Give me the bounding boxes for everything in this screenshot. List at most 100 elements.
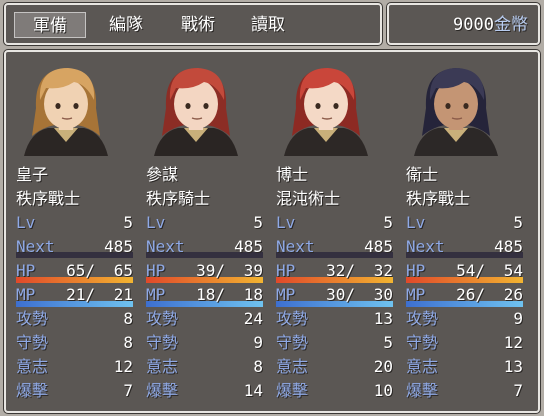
next-label: Next (146, 237, 185, 256)
will-label: 意志 (406, 357, 439, 376)
command-window: 軍備 編隊 戰術 讀取 (4, 3, 382, 45)
atk-label: 攻勢 (406, 309, 439, 328)
will-value: 13 (503, 357, 523, 376)
mp-slash: / (85, 285, 95, 304)
next-label: Next (16, 237, 55, 256)
mp-value: 18/18 (196, 284, 263, 306)
def-value: 8 (123, 333, 133, 352)
atk-value: 8 (123, 309, 133, 328)
party-status-window: 皇子 秩序戰士 Lv 5 Next 485 HP 65/65 MP 21/21 … (4, 50, 540, 413)
next-label: Next (276, 237, 315, 256)
actor-status-2[interactable]: 參謀 秩序騎士 Lv 5 Next 485 HP 39/39 MP 18/18 … (136, 52, 263, 411)
next-value: 485 (364, 237, 393, 256)
actor-class: 混沌術士 (276, 189, 341, 208)
will-label: 意志 (146, 357, 179, 376)
crit-label: 爆擊 (16, 381, 49, 400)
will-label: 意志 (16, 357, 49, 376)
actor-status-3[interactable]: 博士 混沌術士 Lv 5 Next 485 HP 32/32 MP 30/30 … (266, 52, 393, 411)
crit-value: 14 (243, 381, 263, 400)
crit-label: 爆擊 (276, 381, 309, 400)
command-formation[interactable]: 編隊 (90, 12, 162, 38)
hp-label: HP (406, 261, 426, 280)
lv-value: 5 (253, 213, 263, 232)
lv-value: 5 (383, 213, 393, 232)
crit-value: 10 (373, 381, 393, 400)
hp-current: 65 (66, 261, 86, 280)
mp-label: MP (406, 285, 426, 304)
lv-value: 5 (123, 213, 133, 232)
actor-portrait (276, 58, 376, 156)
hp-max: 54 (503, 261, 523, 280)
mp-slash: / (215, 285, 225, 304)
crit-label: 爆擊 (146, 381, 179, 400)
hp-label: HP (16, 261, 36, 280)
hp-value: 54/54 (456, 260, 523, 282)
actor-portrait (16, 58, 116, 156)
hp-value: 65/65 (66, 260, 133, 282)
next-value: 485 (104, 237, 133, 256)
atk-label: 攻勢 (276, 309, 309, 328)
mp-value: 26/26 (456, 284, 523, 306)
will-label: 意志 (276, 357, 309, 376)
command-equip[interactable]: 軍備 (14, 12, 86, 38)
hp-current: 39 (196, 261, 216, 280)
gold-window: 9000金幣 (387, 3, 540, 45)
will-value: 20 (373, 357, 393, 376)
hp-value: 32/32 (326, 260, 393, 282)
atk-value: 24 (243, 309, 263, 328)
hp-slash: / (475, 261, 485, 280)
mp-value: 30/30 (326, 284, 393, 306)
mp-slash: / (345, 285, 355, 304)
mp-slash: / (475, 285, 485, 304)
atk-value: 13 (373, 309, 393, 328)
hp-current: 32 (326, 261, 346, 280)
mp-max: 18 (243, 285, 263, 304)
hp-max: 65 (113, 261, 133, 280)
gold-unit: 金幣 (494, 15, 528, 35)
command-load[interactable]: 讀取 (232, 12, 304, 38)
actor-class: 秩序戰士 (406, 189, 471, 208)
def-label: 守勢 (276, 333, 309, 352)
mp-current: 18 (196, 285, 216, 304)
crit-value: 7 (513, 381, 523, 400)
crit-label: 爆擊 (406, 381, 439, 400)
will-value: 12 (113, 357, 133, 376)
actor-class: 秩序騎士 (146, 189, 211, 208)
lv-label: Lv (406, 213, 426, 232)
hp-label: HP (146, 261, 166, 280)
actor-name: 博士 (276, 165, 309, 184)
mp-max: 21 (113, 285, 133, 304)
def-label: 守勢 (406, 333, 439, 352)
actor-name: 皇子 (16, 165, 49, 184)
next-value: 485 (234, 237, 263, 256)
command-tactics[interactable]: 戰術 (162, 12, 234, 38)
mp-current: 21 (66, 285, 86, 304)
def-value: 5 (383, 333, 393, 352)
mp-label: MP (146, 285, 166, 304)
hp-slash: / (85, 261, 95, 280)
hp-current: 54 (456, 261, 476, 280)
actor-name: 參謀 (146, 165, 179, 184)
hp-slash: / (345, 261, 355, 280)
actor-status-1[interactable]: 皇子 秩序戰士 Lv 5 Next 485 HP 65/65 MP 21/21 … (6, 52, 133, 411)
next-label: Next (406, 237, 445, 256)
gold-amount: 9000 (453, 15, 494, 35)
crit-value: 7 (123, 381, 133, 400)
actor-portrait (146, 58, 246, 156)
def-value: 12 (503, 333, 523, 352)
atk-value: 9 (513, 309, 523, 328)
actor-status-4[interactable]: 衛士 秩序戰士 Lv 5 Next 485 HP 54/54 MP 26/26 … (396, 52, 523, 411)
lv-label: Lv (16, 213, 36, 232)
hp-slash: / (215, 261, 225, 280)
def-label: 守勢 (146, 333, 179, 352)
mp-max: 30 (373, 285, 393, 304)
lv-label: Lv (146, 213, 166, 232)
next-value: 485 (494, 237, 523, 256)
actor-name: 衛士 (406, 165, 439, 184)
atk-label: 攻勢 (16, 309, 49, 328)
actor-portrait (406, 58, 506, 156)
def-label: 守勢 (16, 333, 49, 352)
will-value: 8 (253, 357, 263, 376)
lv-value: 5 (513, 213, 523, 232)
hp-value: 39/39 (196, 260, 263, 282)
